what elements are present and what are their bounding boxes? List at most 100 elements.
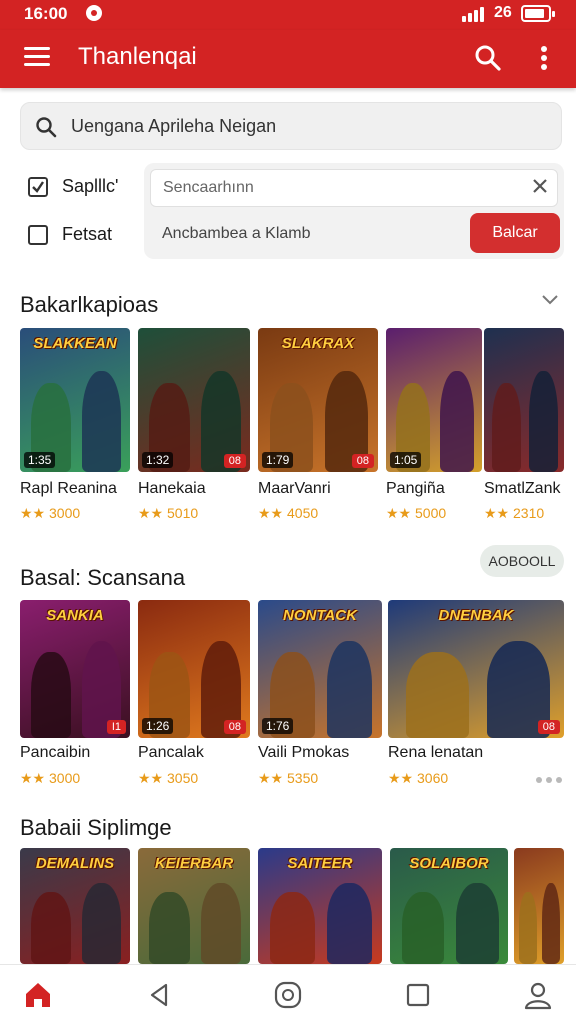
game-logo-text: KEIERBAR (154, 856, 234, 872)
character-art (200, 882, 242, 964)
game-rating: ★★ 4050 (258, 505, 319, 521)
game-logo-text: DEMALINS (35, 856, 115, 872)
game-title: Rena lenatan (388, 744, 484, 761)
battery-text: 26 (494, 4, 512, 21)
game-title: Hanekaia (138, 480, 206, 497)
panel-search-field[interactable]: Sencaarhınn (150, 169, 558, 207)
game-thumbnail[interactable]: NONTACK 1:76 (258, 600, 382, 738)
search-input-text: Uengana Aprileha Neigan (71, 116, 277, 136)
signal-icon (462, 6, 488, 22)
game-thumbnail[interactable]: DNENBAK 08 (388, 600, 564, 738)
battery-icon (521, 5, 555, 22)
character-art (439, 371, 475, 472)
game-title: Rapl Reanina (20, 480, 117, 497)
character-art (149, 892, 190, 964)
game-logo-text: DNENBAK (438, 608, 514, 624)
checkbox-checked-icon (28, 177, 48, 197)
game-rating: ★★ 3000 (20, 505, 81, 521)
character-art (81, 371, 122, 472)
game-rating: ★★ 5000 (386, 505, 447, 521)
game-logo-text: SLAKRAX (281, 336, 355, 352)
more-horizontal-icon[interactable] (536, 775, 562, 785)
search-icon[interactable] (474, 44, 502, 72)
game-thumbnail[interactable]: DEMALINS (20, 848, 130, 964)
see-all-button[interactable]: AOBOOLL (480, 545, 564, 577)
character-art (31, 892, 71, 964)
game-title: SmatlZank (484, 480, 561, 497)
duration-badge: 1:76 (262, 718, 294, 734)
close-icon[interactable] (529, 175, 551, 197)
back-icon[interactable] (144, 979, 176, 1011)
character-art (528, 371, 558, 472)
status-badge: 08 (223, 720, 246, 734)
search-input[interactable]: Uengana Aprileha Neigan (20, 102, 562, 150)
game-logo-text: SOLAIBOR (409, 856, 489, 872)
status-badge: 08 (537, 720, 560, 734)
panel-action-button[interactable]: Balcar (470, 213, 560, 253)
status-bar: 16:00 26 (0, 0, 576, 30)
character-art (270, 892, 316, 964)
duration-badge: 1:26 (142, 718, 174, 734)
game-title: Pancalak (138, 744, 204, 761)
duration-badge: 1:35 (24, 452, 56, 468)
duration-badge: 1:05 (390, 452, 422, 468)
game-rating: ★★ 5010 (138, 505, 199, 521)
game-thumbnail[interactable]: SLAKRAX 1:79 08 (258, 328, 378, 472)
game-rating: ★★ 3000 (20, 770, 81, 786)
game-thumbnail[interactable]: SANKIA I1 (20, 600, 130, 738)
game-thumbnail[interactable]: 1:05 (386, 328, 482, 472)
game-thumbnail[interactable]: SAITEER (258, 848, 382, 964)
game-thumbnail[interactable] (484, 328, 564, 472)
game-thumbnail[interactable]: KEIERBAR (138, 848, 250, 964)
chevron-down-icon[interactable] (540, 293, 560, 307)
panel-description: Ancbambea a Klamb (162, 225, 311, 242)
character-art (519, 892, 537, 964)
character-art (327, 641, 373, 738)
game-logo-text: SLAKKEAN (33, 336, 117, 352)
game-logo-text: SAITEER (287, 856, 353, 872)
character-art (31, 652, 71, 738)
game-logo-text: SANKIA (46, 608, 104, 624)
character-art (542, 882, 560, 964)
profile-icon[interactable] (522, 979, 554, 1011)
bottom-navigation (0, 964, 576, 1024)
circle-home-icon[interactable] (272, 979, 304, 1011)
game-title: Vaili Pmokas (258, 744, 350, 761)
hamburger-menu-icon[interactable] (24, 46, 50, 68)
duration-badge: 1:79 (262, 452, 294, 468)
character-art (456, 882, 499, 964)
more-vertical-icon[interactable] (538, 44, 550, 72)
game-title: MaarVanri (258, 480, 331, 497)
filter-label: Fetsat (62, 224, 113, 244)
game-rating: ★★ 5350 (258, 770, 319, 786)
square-recents-icon[interactable] (402, 979, 434, 1011)
search-panel: Sencaarhınn Ancbambea a Klamb Balcar (144, 163, 564, 259)
character-art (405, 652, 469, 738)
section-title: Basal: Scansana (20, 565, 186, 590)
section-title: Babaii Siplimge (20, 815, 172, 840)
game-thumbnail[interactable]: 1:32 08 (138, 328, 250, 472)
section-title: Bakarlkapioas (20, 292, 159, 317)
game-logo-text: NONTACK (283, 608, 357, 624)
game-thumbnail[interactable] (514, 848, 564, 964)
character-art (81, 882, 122, 964)
checkbox-unchecked-icon (28, 225, 48, 245)
notification-icon (86, 5, 102, 21)
status-badge: I1 (106, 720, 126, 734)
filter-label: Saplllc' (62, 176, 119, 196)
app-bar: Thanlenqai (0, 30, 576, 88)
character-art (327, 882, 373, 964)
search-icon (36, 117, 57, 138)
game-thumbnail[interactable]: SOLAIBOR (390, 848, 508, 964)
game-rating: ★★ 2310 (484, 505, 545, 521)
app-title: Thanlenqai (78, 43, 197, 70)
character-art (492, 382, 521, 472)
game-rating: ★★ 3060 (388, 770, 449, 786)
home-icon[interactable] (22, 979, 54, 1011)
game-thumbnail[interactable]: 1:26 08 (138, 600, 250, 738)
game-title: Pangiña (386, 480, 445, 497)
character-art (401, 892, 445, 964)
game-thumbnail[interactable]: SLAKKEAN 1:35 (20, 328, 130, 472)
duration-badge: 1:32 (142, 452, 174, 468)
status-badge: 08 (351, 454, 374, 468)
